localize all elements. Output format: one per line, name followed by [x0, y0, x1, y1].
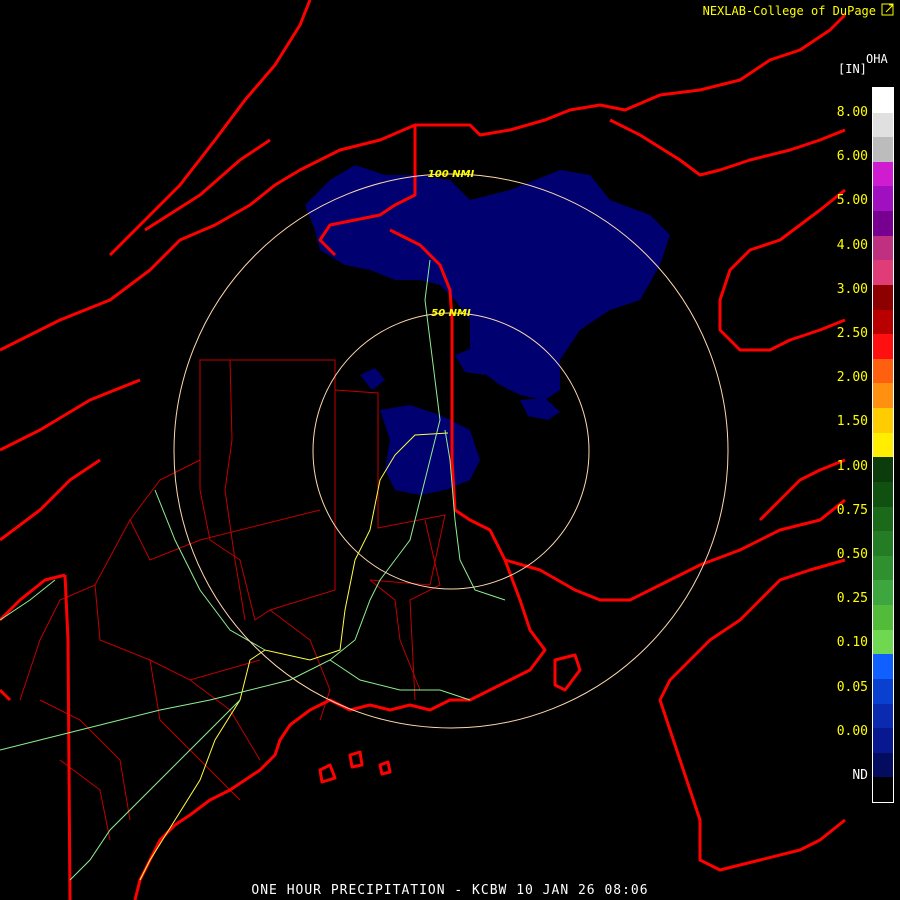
legend-color-swatch — [873, 235, 893, 261]
legend-color-swatch — [873, 211, 893, 237]
legend-label: 0.50 — [836, 547, 868, 562]
legend-color-swatch — [873, 506, 893, 532]
legend-label: 0.05 — [836, 679, 868, 695]
legend-color-swatch — [873, 629, 893, 655]
legend-label: 0.75 — [836, 502, 868, 518]
legend-label: ND — [852, 768, 868, 783]
legend-color-swatch — [873, 531, 893, 557]
legend-label: 0.00 — [836, 723, 868, 739]
legend-color-swatch — [873, 432, 893, 458]
legend-color-swatch — [873, 358, 893, 384]
legend-color-swatch — [873, 580, 893, 606]
legend-color-swatch — [873, 112, 893, 138]
ring-label-50: 50 NMI — [431, 308, 471, 319]
legend-color-swatch — [873, 654, 893, 680]
legend-color-swatch — [873, 383, 893, 409]
legend-label: 5.00 — [836, 193, 868, 209]
radar-map: 50 NMI 100 NMI — [0, 0, 847, 900]
legend-label: 3.00 — [836, 281, 868, 297]
precipitation-echoes — [305, 165, 670, 495]
legend-color-swatch — [873, 777, 893, 803]
highways — [0, 259, 506, 881]
legend-label: 4.00 — [836, 237, 868, 253]
legend-unit: [IN] — [838, 62, 867, 76]
legend-label: 0.10 — [836, 635, 868, 651]
legend-color-swatch — [873, 284, 893, 311]
ring-label-100: 100 NMI — [428, 169, 475, 180]
legend-color-swatch — [873, 408, 893, 434]
legend-label: 2.50 — [836, 326, 868, 341]
legend-color-swatch — [873, 703, 893, 729]
legend-color-swatch — [873, 678, 893, 704]
legend-label: 0.25 — [836, 591, 868, 607]
legend-label: 1.00 — [836, 458, 868, 474]
legend-label: 1.50 — [836, 414, 868, 430]
legend-color-swatch — [873, 728, 893, 754]
legend-label: 2.00 — [836, 370, 868, 386]
legend-color-swatch — [873, 88, 893, 114]
legend-color-swatch — [873, 309, 893, 335]
external-link-icon[interactable] — [880, 2, 896, 18]
credit-label: NEXLAB-College of DuPage — [702, 4, 876, 18]
legend-color-swatch — [873, 752, 893, 778]
legend-color-swatch — [873, 260, 893, 286]
legend-label: 8.00 — [836, 105, 868, 120]
legend-color-swatch — [873, 481, 893, 508]
product-title: ONE HOUR PRECIPITATION - KCBW 10 JAN 26 … — [251, 883, 649, 898]
legend-product: OHA — [866, 52, 888, 66]
legend-color-swatch — [873, 605, 893, 631]
legend-color-swatch — [873, 161, 893, 187]
color-legend-bar — [872, 87, 894, 803]
legend-color-swatch — [873, 186, 893, 212]
legend-label: 6.00 — [836, 149, 868, 165]
legend-color-swatch — [873, 555, 893, 581]
legend-color-swatch — [873, 457, 893, 483]
legend-color-swatch — [873, 137, 893, 163]
legend-color-swatch — [873, 334, 893, 360]
